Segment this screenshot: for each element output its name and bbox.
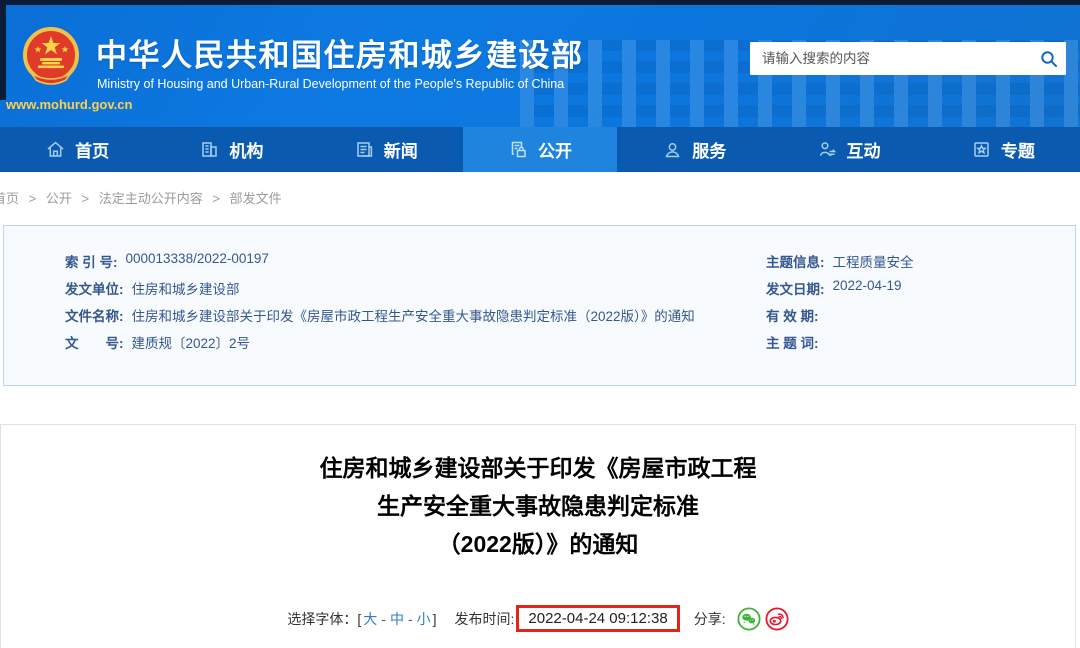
field-label: 主题信息:	[766, 255, 825, 270]
breadcrumb-separator: >	[212, 191, 220, 206]
site-title: 中华人民共和国住房和城乡建设部	[96, 38, 584, 73]
wechat-share-icon[interactable]	[737, 606, 761, 631]
font-selector-label: 选择字体：	[287, 610, 358, 627]
field-value: 住房和城乡建设部	[131, 282, 240, 297]
breadcrumb-item-statutory[interactable]: 法定主动公开内容	[99, 191, 203, 206]
nav-label: 专题	[1000, 142, 1035, 161]
publish-time-highlighted: 2022-04-24 09:12:38	[516, 605, 680, 632]
font-size-medium-link[interactable]: 中	[390, 609, 404, 629]
article-title-line: （2022版）》的通知	[437, 531, 639, 557]
nav-item-news[interactable]: 新闻	[309, 127, 463, 172]
field-issue-date: 发文日期: 2022-04-19	[766, 278, 914, 305]
nav-item-organization[interactable]: 机构	[154, 127, 308, 172]
breadcrumb-separator: >	[81, 191, 90, 206]
field-validity-period: 有 效 期:	[766, 305, 914, 332]
nav-label: 首页	[75, 142, 110, 161]
document-info-left-column: 索 引 号: 000013338/2022-00197 发文单位: 住房和城乡建…	[65, 251, 695, 359]
article-meta-row: 选择字体： [ 大 - 中 - 小 ] 发布时间: 2022-04-24 09:…	[1, 605, 1075, 632]
field-label: 发文单位:	[65, 282, 124, 297]
font-selector-separator: -	[381, 610, 386, 627]
breadcrumb: 首页 > 公开 > 法定主动公开内容 > 部发文件	[0, 188, 282, 207]
breadcrumb-separator: >	[28, 191, 37, 206]
main-nav: 首页 机构 新闻 公开 服务 互动 专题	[0, 127, 1080, 172]
document-info-panel: 索 引 号: 000013338/2022-00197 发文单位: 住房和城乡建…	[3, 225, 1076, 386]
window-left-edge	[0, 0, 6, 100]
national-emblem	[23, 27, 79, 85]
home-icon	[47, 141, 64, 157]
field-label: 发文日期:	[766, 282, 825, 297]
page: 中华人民共和国住房和城乡建设部 Ministry of Housing and …	[0, 0, 1080, 648]
font-selector-separator: -	[407, 610, 413, 627]
field-document-number: 文 号: 建质规〔2022〕2号	[65, 332, 695, 359]
field-label: 有 效 期:	[766, 309, 819, 324]
breadcrumb-item-home[interactable]: 首页	[0, 191, 19, 206]
window-top-edge	[0, 0, 1080, 5]
font-size-large-link[interactable]: 大	[363, 609, 377, 629]
breadcrumb-bar: 首页 > 公开 > 法定主动公开内容 > 部发文件	[0, 172, 1080, 225]
font-selector-open-bracket: [	[357, 610, 362, 627]
field-label: 文 号:	[65, 336, 124, 351]
field-subject-info: 主题信息: 工程质量安全	[766, 251, 914, 278]
nav-item-service[interactable]: 服务	[617, 127, 771, 172]
font-size-small-link[interactable]: 小	[417, 609, 431, 629]
breadcrumb-item-current: 部发文件	[229, 191, 282, 206]
interaction-icon	[819, 142, 836, 157]
search-icon[interactable]	[1032, 42, 1066, 75]
field-value: 建质规〔2022〕2号	[131, 336, 251, 351]
field-value: 000013338/2022-00197	[125, 251, 269, 266]
site-header: 中华人民共和国住房和城乡建设部 Ministry of Housing and …	[0, 0, 1080, 127]
field-index-number: 索 引 号: 000013338/2022-00197	[65, 251, 695, 278]
search-input[interactable]	[750, 42, 1032, 75]
field-subject-words: 主 题 词:	[766, 332, 914, 359]
article-title-line: 住房和城乡建设部关于印发《房屋市政工程	[319, 455, 757, 481]
nav-label: 互动	[846, 142, 881, 161]
publish-time-label: 发布时间:	[454, 610, 515, 627]
nav-item-disclosure[interactable]: 公开	[462, 127, 618, 172]
nav-item-topics[interactable]: 专题	[926, 127, 1080, 172]
search-box	[750, 42, 1066, 75]
field-document-name: 文件名称: 住房和城乡建设部关于印发《房屋市政工程生产安全重大事故隐患判定标准（…	[65, 305, 695, 332]
field-value: 住房和城乡建设部关于印发《房屋市政工程生产安全重大事故隐患判定标准（2022版）…	[131, 309, 695, 324]
field-label: 文件名称:	[65, 309, 124, 324]
site-url: www.mohurd.gov.cn	[6, 97, 133, 112]
service-icon	[665, 143, 680, 158]
breadcrumb-item-disclosure[interactable]: 公开	[46, 191, 72, 206]
weibo-share-icon[interactable]	[765, 606, 789, 631]
article-title: 住房和城乡建设部关于印发《房屋市政工程 生产安全重大事故隐患判定标准 （2022…	[1, 449, 1075, 563]
article-title-line: 生产安全重大事故隐患判定标准	[377, 493, 699, 519]
nav-item-interaction[interactable]: 互动	[771, 127, 925, 172]
nav-label: 公开	[537, 142, 572, 161]
nav-label: 新闻	[383, 142, 418, 161]
nav-label: 服务	[692, 142, 727, 161]
font-selector-close-bracket: ]	[432, 610, 437, 627]
nav-item-home[interactable]: 首页	[0, 127, 154, 172]
disclosure-icon	[511, 141, 526, 158]
share-icons	[733, 606, 789, 631]
field-value: 工程质量安全	[832, 255, 914, 270]
nav-label: 机构	[229, 142, 264, 161]
site-subtitle-en: Ministry of Housing and Urban-Rural Deve…	[97, 77, 565, 91]
field-issuing-unit: 发文单位: 住房和城乡建设部	[65, 278, 695, 305]
organization-icon	[202, 142, 218, 157]
document-info-right-column: 主题信息: 工程质量安全 发文日期: 2022-04-19 有 效 期: 主 题…	[766, 251, 914, 359]
field-label: 索 引 号:	[65, 255, 118, 270]
topics-icon	[974, 142, 989, 157]
news-icon	[356, 142, 372, 157]
share-label: 分享:	[693, 610, 726, 627]
field-value: 2022-04-19	[832, 278, 902, 293]
article-panel: 住房和城乡建设部关于印发《房屋市政工程 生产安全重大事故隐患判定标准 （2022…	[0, 424, 1076, 648]
font-size-selector: 选择字体： [ 大 - 中 - 小 ]	[287, 609, 436, 629]
field-label: 主 题 词:	[766, 336, 819, 351]
